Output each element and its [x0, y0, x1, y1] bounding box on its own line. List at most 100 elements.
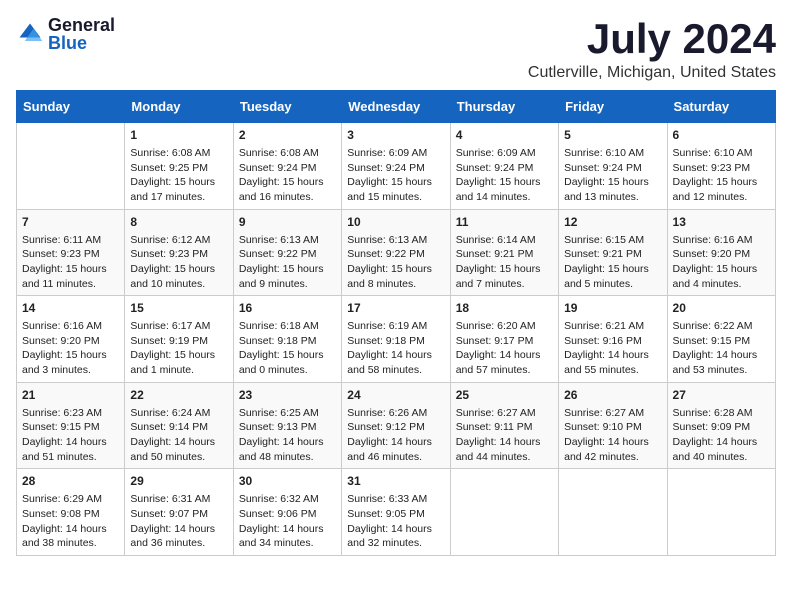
cell-content: Sunrise: 6:10 AMSunset: 9:24 PMDaylight:…: [564, 147, 649, 203]
calendar-cell: 6 Sunrise: 6:10 AMSunset: 9:23 PMDaylight…: [667, 123, 775, 210]
calendar-week-row: 7 Sunrise: 6:11 AMSunset: 9:23 PMDaylight…: [17, 209, 776, 296]
day-number: 3: [347, 127, 444, 144]
calendar-cell: 20 Sunrise: 6:22 AMSunset: 9:15 PMDayligh…: [667, 296, 775, 383]
day-number: 31: [347, 473, 444, 490]
day-number: 14: [22, 300, 119, 317]
day-number: 24: [347, 387, 444, 404]
calendar-week-row: 14Sunrise: 6:16 AMSunset: 9:20 PMDayligh…: [17, 296, 776, 383]
day-number: 9: [239, 214, 336, 231]
weekday-header-row: SundayMondayTuesdayWednesdayThursdayFrid…: [17, 91, 776, 123]
cell-content: Sunrise: 6:26 AMSunset: 9:12 PMDaylight:…: [347, 407, 432, 463]
calendar-cell: 13Sunrise: 6:16 AMSunset: 9:20 PMDayligh…: [667, 209, 775, 296]
cell-content: Sunrise: 6:10 AMSunset: 9:23 PMDaylight:…: [673, 147, 758, 203]
cell-content: Sunrise: 6:29 AMSunset: 9:08 PMDaylight:…: [22, 493, 107, 549]
day-number: 11: [456, 214, 553, 231]
calendar-cell: 12 Sunrise: 6:15 AMSunset: 9:21 PMDayligh…: [559, 209, 667, 296]
day-number: 23: [239, 387, 336, 404]
calendar-cell: 8 Sunrise: 6:12 AMSunset: 9:23 PMDaylight…: [125, 209, 233, 296]
cell-content: Sunrise: 6:22 AMSunset: 9:15 PMDaylight:…: [673, 320, 758, 376]
month-title: July 2024: [528, 16, 776, 62]
day-number: 30: [239, 473, 336, 490]
calendar-cell: 1Sunrise: 6:08 AMSunset: 9:25 PMDaylight…: [125, 123, 233, 210]
cell-content: Sunrise: 6:16 AMSunset: 9:20 PMDaylight:…: [673, 234, 758, 290]
cell-content: Sunrise: 6:13 AMSunset: 9:22 PMDaylight:…: [347, 234, 432, 290]
weekday-header-sunday: Sunday: [17, 91, 125, 123]
day-number: 4: [456, 127, 553, 144]
cell-content: Sunrise: 6:21 AMSunset: 9:16 PMDaylight:…: [564, 320, 649, 376]
calendar-cell: 10 Sunrise: 6:13 AMSunset: 9:22 PMDayligh…: [342, 209, 450, 296]
calendar-cell: 11Sunrise: 6:14 AMSunset: 9:21 PMDayligh…: [450, 209, 558, 296]
day-number: 18: [456, 300, 553, 317]
calendar-cell: 17Sunrise: 6:19 AMSunset: 9:18 PMDayligh…: [342, 296, 450, 383]
calendar-week-row: 1Sunrise: 6:08 AMSunset: 9:25 PMDaylight…: [17, 123, 776, 210]
calendar-week-row: 28Sunrise: 6:29 AMSunset: 9:08 PMDayligh…: [17, 469, 776, 556]
calendar-table: SundayMondayTuesdayWednesdayThursdayFrid…: [16, 90, 776, 556]
calendar-cell: 9 Sunrise: 6:13 AMSunset: 9:22 PMDaylight…: [233, 209, 341, 296]
calendar-cell: 31 Sunrise: 6:33 AMSunset: 9:05 PMDayligh…: [342, 469, 450, 556]
calendar-cell: [17, 123, 125, 210]
cell-content: Sunrise: 6:11 AMSunset: 9:23 PMDaylight:…: [22, 234, 107, 290]
cell-content: Sunrise: 6:09 AMSunset: 9:24 PMDaylight:…: [456, 147, 541, 203]
calendar-cell: 16Sunrise: 6:18 AMSunset: 9:18 PMDayligh…: [233, 296, 341, 383]
calendar-cell: 26Sunrise: 6:27 AMSunset: 9:10 PMDayligh…: [559, 382, 667, 469]
cell-content: Sunrise: 6:09 AMSunset: 9:24 PMDaylight:…: [347, 147, 432, 203]
calendar-week-row: 21 Sunrise: 6:23 AMSunset: 9:15 PMDayligh…: [17, 382, 776, 469]
calendar-cell: 28Sunrise: 6:29 AMSunset: 9:08 PMDayligh…: [17, 469, 125, 556]
cell-content: Sunrise: 6:12 AMSunset: 9:23 PMDaylight:…: [130, 234, 215, 290]
day-number: 25: [456, 387, 553, 404]
cell-content: Sunrise: 6:20 AMSunset: 9:17 PMDaylight:…: [456, 320, 541, 376]
weekday-header-wednesday: Wednesday: [342, 91, 450, 123]
calendar-cell: 4 Sunrise: 6:09 AMSunset: 9:24 PMDaylight…: [450, 123, 558, 210]
calendar-cell: 24 Sunrise: 6:26 AMSunset: 9:12 PMDayligh…: [342, 382, 450, 469]
calendar-cell: 14Sunrise: 6:16 AMSunset: 9:20 PMDayligh…: [17, 296, 125, 383]
cell-content: Sunrise: 6:27 AMSunset: 9:10 PMDaylight:…: [564, 407, 649, 463]
logo-text-general: General: [48, 16, 115, 34]
cell-content: Sunrise: 6:28 AMSunset: 9:09 PMDaylight:…: [673, 407, 758, 463]
weekday-header-tuesday: Tuesday: [233, 91, 341, 123]
calendar-cell: 25Sunrise: 6:27 AMSunset: 9:11 PMDayligh…: [450, 382, 558, 469]
day-number: 21: [22, 387, 119, 404]
cell-content: Sunrise: 6:32 AMSunset: 9:06 PMDaylight:…: [239, 493, 324, 549]
day-number: 12: [564, 214, 661, 231]
day-number: 8: [130, 214, 227, 231]
header: General Blue July 2024 Cutlerville, Mich…: [16, 16, 776, 82]
calendar-cell: 3 Sunrise: 6:09 AMSunset: 9:24 PMDaylight…: [342, 123, 450, 210]
cell-content: Sunrise: 6:24 AMSunset: 9:14 PMDaylight:…: [130, 407, 215, 463]
calendar-cell: [450, 469, 558, 556]
cell-content: Sunrise: 6:23 AMSunset: 9:15 PMDaylight:…: [22, 407, 107, 463]
calendar-cell: 15Sunrise: 6:17 AMSunset: 9:19 PMDayligh…: [125, 296, 233, 383]
weekday-header-monday: Monday: [125, 91, 233, 123]
calendar-cell: 19 Sunrise: 6:21 AMSunset: 9:16 PMDayligh…: [559, 296, 667, 383]
day-number: 5: [564, 127, 661, 144]
day-number: 7: [22, 214, 119, 231]
cell-content: Sunrise: 6:15 AMSunset: 9:21 PMDaylight:…: [564, 234, 649, 290]
cell-content: Sunrise: 6:25 AMSunset: 9:13 PMDaylight:…: [239, 407, 324, 463]
day-number: 6: [673, 127, 770, 144]
day-number: 10: [347, 214, 444, 231]
calendar-cell: 23 Sunrise: 6:25 AMSunset: 9:13 PMDayligh…: [233, 382, 341, 469]
day-number: 15: [130, 300, 227, 317]
calendar-cell: 5 Sunrise: 6:10 AMSunset: 9:24 PMDaylight…: [559, 123, 667, 210]
cell-content: Sunrise: 6:08 AMSunset: 9:24 PMDaylight:…: [239, 147, 324, 203]
calendar-cell: 7 Sunrise: 6:11 AMSunset: 9:23 PMDaylight…: [17, 209, 125, 296]
cell-content: Sunrise: 6:33 AMSunset: 9:05 PMDaylight:…: [347, 493, 432, 549]
logo: General Blue: [16, 16, 115, 52]
calendar-cell: 29Sunrise: 6:31 AMSunset: 9:07 PMDayligh…: [125, 469, 233, 556]
logo-text-blue: Blue: [48, 34, 115, 52]
day-number: 27: [673, 387, 770, 404]
weekday-header-saturday: Saturday: [667, 91, 775, 123]
logo-icon: [16, 20, 44, 48]
day-number: 2: [239, 127, 336, 144]
calendar-cell: 22Sunrise: 6:24 AMSunset: 9:14 PMDayligh…: [125, 382, 233, 469]
day-number: 20: [673, 300, 770, 317]
cell-content: Sunrise: 6:18 AMSunset: 9:18 PMDaylight:…: [239, 320, 324, 376]
calendar-cell: 2 Sunrise: 6:08 AMSunset: 9:24 PMDaylight…: [233, 123, 341, 210]
cell-content: Sunrise: 6:13 AMSunset: 9:22 PMDaylight:…: [239, 234, 324, 290]
day-number: 19: [564, 300, 661, 317]
calendar-cell: 21 Sunrise: 6:23 AMSunset: 9:15 PMDayligh…: [17, 382, 125, 469]
calendar-cell: 27 Sunrise: 6:28 AMSunset: 9:09 PMDayligh…: [667, 382, 775, 469]
calendar-cell: 18 Sunrise: 6:20 AMSunset: 9:17 PMDayligh…: [450, 296, 558, 383]
location-title: Cutlerville, Michigan, United States: [528, 64, 776, 82]
calendar-cell: 30 Sunrise: 6:32 AMSunset: 9:06 PMDayligh…: [233, 469, 341, 556]
day-number: 1: [130, 127, 227, 144]
